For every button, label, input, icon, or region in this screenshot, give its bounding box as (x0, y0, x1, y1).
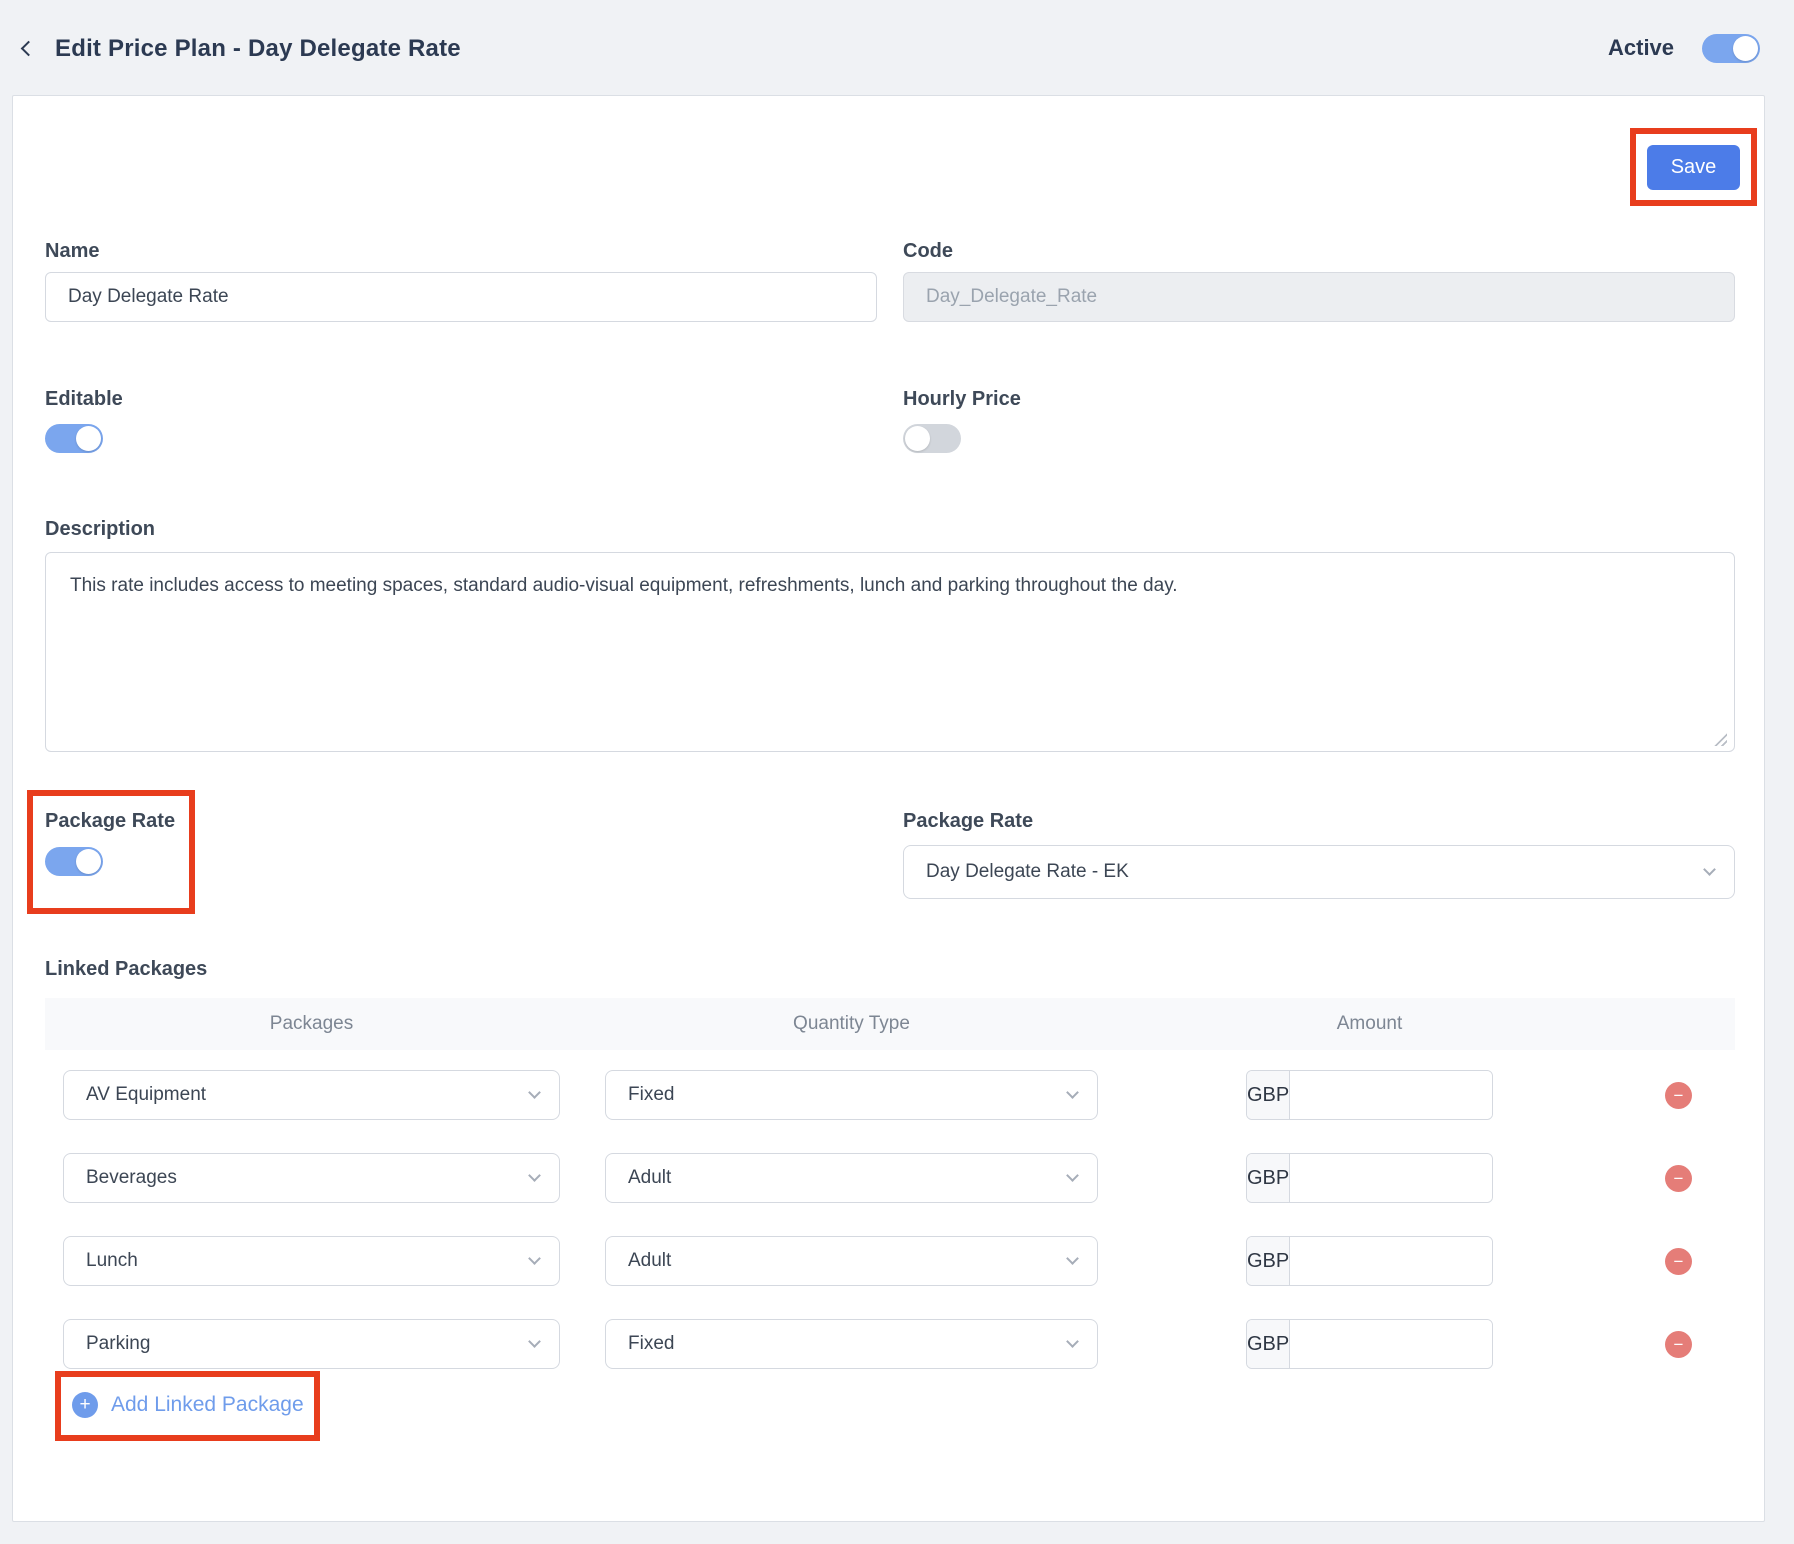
chevron-down-icon (528, 1086, 541, 1099)
chevron-down-icon (528, 1169, 541, 1182)
chevron-down-icon (1703, 863, 1716, 876)
package-rate-select-value: Day Delegate Rate - EK (926, 861, 1129, 883)
save-button[interactable]: Save (1647, 145, 1740, 190)
amount-input[interactable] (1290, 1320, 1493, 1368)
toggle-knob (905, 426, 930, 451)
quantity-type-select-value: Fixed (628, 1333, 674, 1355)
name-label: Name (45, 240, 99, 263)
hourly-price-label: Hourly Price (903, 388, 1021, 411)
toggle-knob (76, 849, 101, 874)
description-textarea[interactable]: This rate includes access to meeting spa… (45, 552, 1735, 752)
chevron-down-icon (1066, 1086, 1079, 1099)
linked-packages-title: Linked Packages (45, 958, 207, 981)
package-rate-toggle-label: Package Rate (45, 810, 175, 833)
quantity-type-select[interactable]: Adult (605, 1236, 1098, 1286)
package-rate-toggle[interactable] (45, 847, 103, 876)
quantity-type-select-value: Fixed (628, 1084, 674, 1106)
package-rate-select[interactable]: Day Delegate Rate - EK (903, 845, 1735, 899)
remove-row-button[interactable]: − (1665, 1165, 1692, 1192)
currency-addon: GBP (1247, 1154, 1290, 1202)
active-toggle[interactable] (1702, 34, 1760, 63)
package-select-value: Parking (86, 1333, 150, 1355)
package-select[interactable]: Beverages (63, 1153, 560, 1203)
toggle-knob (1733, 36, 1758, 61)
chevron-down-icon (528, 1252, 541, 1265)
currency-addon: GBP (1247, 1320, 1290, 1368)
add-linked-package-button[interactable]: + Add Linked Package (72, 1392, 304, 1418)
currency-addon: GBP (1247, 1237, 1290, 1285)
chevron-down-icon (1066, 1169, 1079, 1182)
chevron-down-icon (1066, 1252, 1079, 1265)
code-label: Code (903, 240, 953, 263)
quantity-type-select-value: Adult (628, 1167, 671, 1189)
package-select[interactable]: AV Equipment (63, 1070, 560, 1120)
add-linked-package-label: Add Linked Package (111, 1393, 304, 1417)
plus-icon: + (72, 1392, 98, 1418)
remove-row-button[interactable]: − (1665, 1082, 1692, 1109)
page-title: Edit Price Plan - Day Delegate Rate (55, 32, 461, 66)
editable-label: Editable (45, 388, 123, 411)
package-select-value: Beverages (86, 1167, 177, 1189)
toggle-knob (76, 426, 101, 451)
amount-field: GBP (1246, 1319, 1493, 1369)
name-input[interactable] (45, 272, 877, 322)
editable-toggle[interactable] (45, 424, 103, 453)
column-header-amount: Amount (1246, 998, 1493, 1050)
package-select-value: AV Equipment (86, 1084, 206, 1106)
quantity-type-select[interactable]: Fixed (605, 1070, 1098, 1120)
remove-row-button[interactable]: − (1665, 1248, 1692, 1275)
quantity-type-select-value: Adult (628, 1250, 671, 1272)
linked-packages-table-header: Packages Quantity Type Amount (45, 998, 1735, 1050)
quantity-type-select[interactable]: Fixed (605, 1319, 1098, 1369)
amount-input[interactable] (1290, 1237, 1493, 1285)
chevron-down-icon (528, 1335, 541, 1348)
column-header-quantity-type: Quantity Type (605, 998, 1098, 1050)
package-select[interactable]: Parking (63, 1319, 560, 1369)
description-label: Description (45, 518, 155, 541)
amount-input[interactable] (1290, 1154, 1493, 1202)
hourly-price-toggle[interactable] (903, 424, 961, 453)
amount-input[interactable] (1290, 1071, 1493, 1119)
chevron-left-icon (21, 41, 37, 57)
amount-field: GBP (1246, 1070, 1493, 1120)
resize-handle-icon[interactable] (1713, 732, 1727, 746)
back-button[interactable] (14, 34, 44, 64)
remove-row-button[interactable]: − (1665, 1331, 1692, 1358)
amount-field: GBP (1246, 1236, 1493, 1286)
amount-field: GBP (1246, 1153, 1493, 1203)
column-header-packages: Packages (63, 998, 560, 1050)
currency-addon: GBP (1247, 1071, 1290, 1119)
edit-price-plan-page: Edit Price Plan - Day Delegate Rate Acti… (0, 0, 1794, 1544)
chevron-down-icon (1066, 1335, 1079, 1348)
package-rate-select-label: Package Rate (903, 810, 1033, 833)
quantity-type-select[interactable]: Adult (605, 1153, 1098, 1203)
package-select-value: Lunch (86, 1250, 138, 1272)
code-input (903, 272, 1735, 322)
package-select[interactable]: Lunch (63, 1236, 560, 1286)
active-toggle-label: Active (1608, 35, 1674, 61)
